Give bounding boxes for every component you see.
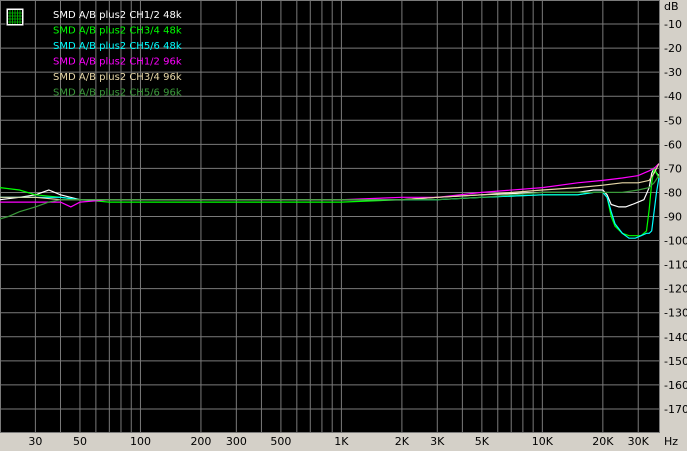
legend-entry-4: SMD A/B plus2 CH1/2 96k [53,57,182,68]
x-unit-label: Hz [664,435,678,448]
x-tick-label: 200 [190,435,211,448]
x-tick-label: 50 [73,435,87,448]
x-tick-label: 20K [592,435,614,448]
x-tick-label: 30K [628,435,650,448]
x-tick-label: 1K [334,435,349,448]
x-axis: 30 50 100 200 300 500 1K 2K 3K 5K 10K 20K 30K [28,435,649,448]
x-tick-label: 10K [532,435,554,448]
y-tick-label: -100 [664,235,687,248]
frequency-response-chart: SMD A/B plus2 CH1/2 48k SMD A/B plus2 CH3… [0,0,687,448]
x-tick-label: 30 [28,435,42,448]
legend-entry-1: SMD A/B plus2 CH1/2 48k [53,10,182,21]
y-tick-label: -90 [664,211,682,224]
legend-entry-6: SMD A/B plus2 CH5/6 96k [53,88,182,99]
y-axis: -10 -20 -30 -40 -50 -60 -70 -80 -90 -100 -110 -120 -… [664,18,687,416]
y-tick-label: -160 [664,379,687,392]
y-tick-label: -60 [664,138,682,151]
y-tick-label: -70 [664,162,682,175]
y-tick-label: -10 [664,18,682,31]
legend-entry-2: SMD A/B plus2 CH3/4 48k [53,26,182,37]
y-unit-label: dB [664,0,679,13]
y-tick-label: -150 [664,355,687,368]
x-tick-label: 3K [430,435,445,448]
y-tick-label: -50 [664,114,682,127]
y-tick-label: -110 [664,259,687,272]
y-tick-label: -170 [664,403,687,416]
x-tick-label: 100 [130,435,151,448]
y-tick-label: -30 [664,66,682,79]
grid-icon [5,7,25,27]
y-tick-label: -140 [664,331,687,344]
x-tick-label: 5K [475,435,490,448]
x-tick-label: 300 [226,435,247,448]
legend-entry-5: SMD A/B plus2 CH3/4 96k [53,72,182,83]
chart-window: SMD A/B plus2 CH1/2 48k SMD A/B plus2 CH3… [0,0,687,451]
legend-entry-3: SMD A/B plus2 CH5/6 48k [53,41,182,52]
x-tick-label: 500 [270,435,291,448]
y-tick-label: -120 [664,283,687,296]
y-tick-label: -80 [664,186,682,199]
y-tick-label: -20 [664,42,682,55]
y-tick-label: -40 [664,90,682,103]
y-tick-label: -130 [664,307,687,320]
x-tick-label: 2K [395,435,410,448]
